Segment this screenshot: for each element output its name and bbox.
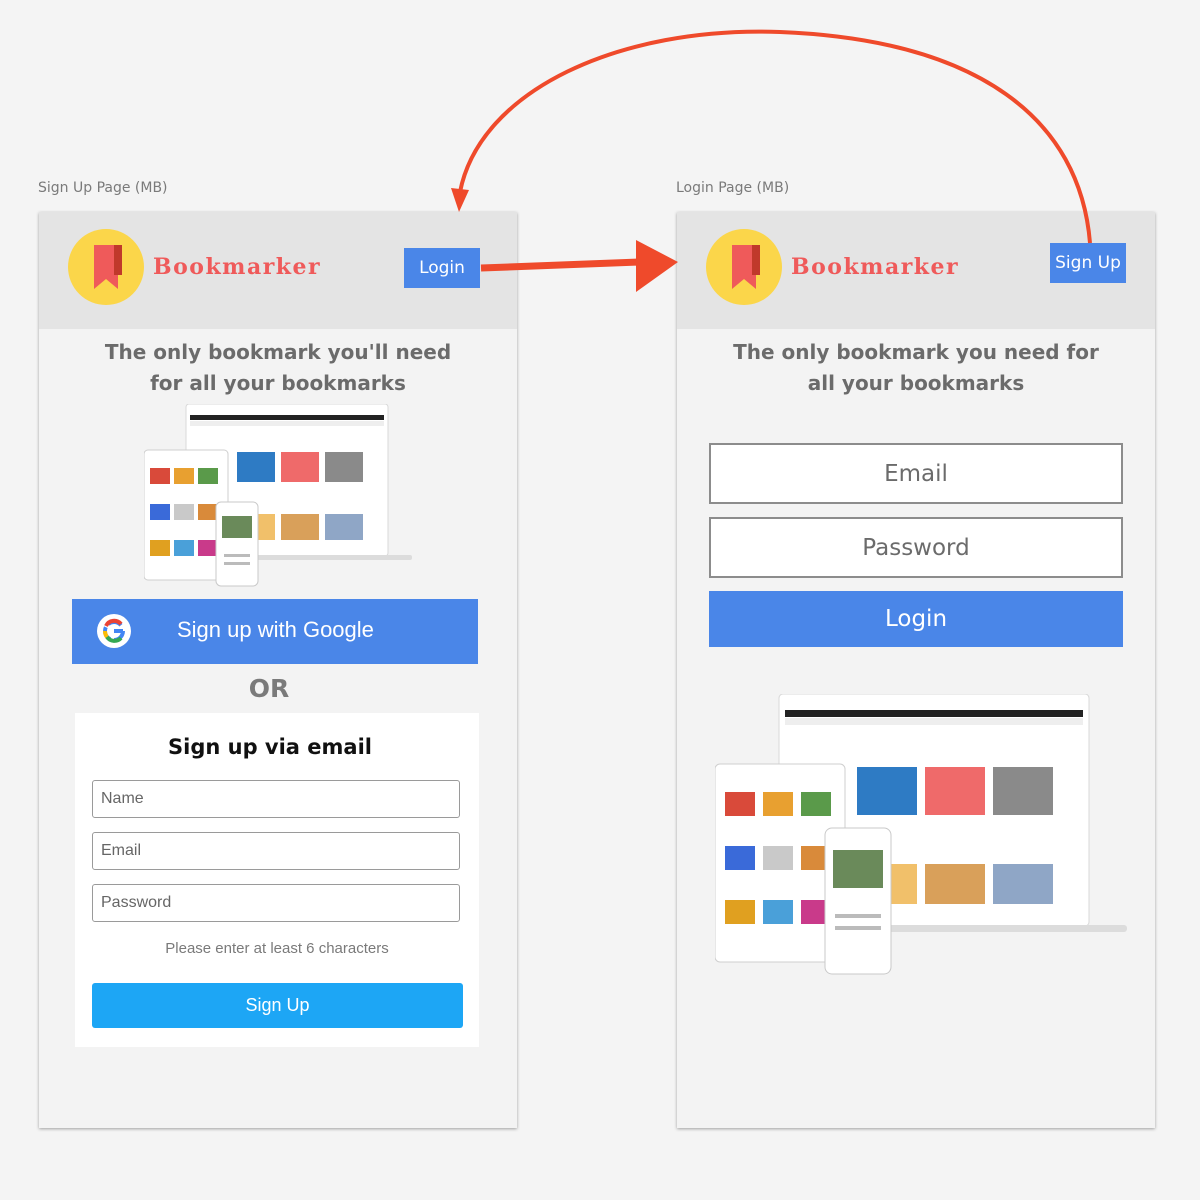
- login-to-login-page-arrow: [480, 240, 678, 292]
- signup-to-signup-page-arrow: [451, 29, 1092, 244]
- flow-arrows: [451, 29, 1092, 292]
